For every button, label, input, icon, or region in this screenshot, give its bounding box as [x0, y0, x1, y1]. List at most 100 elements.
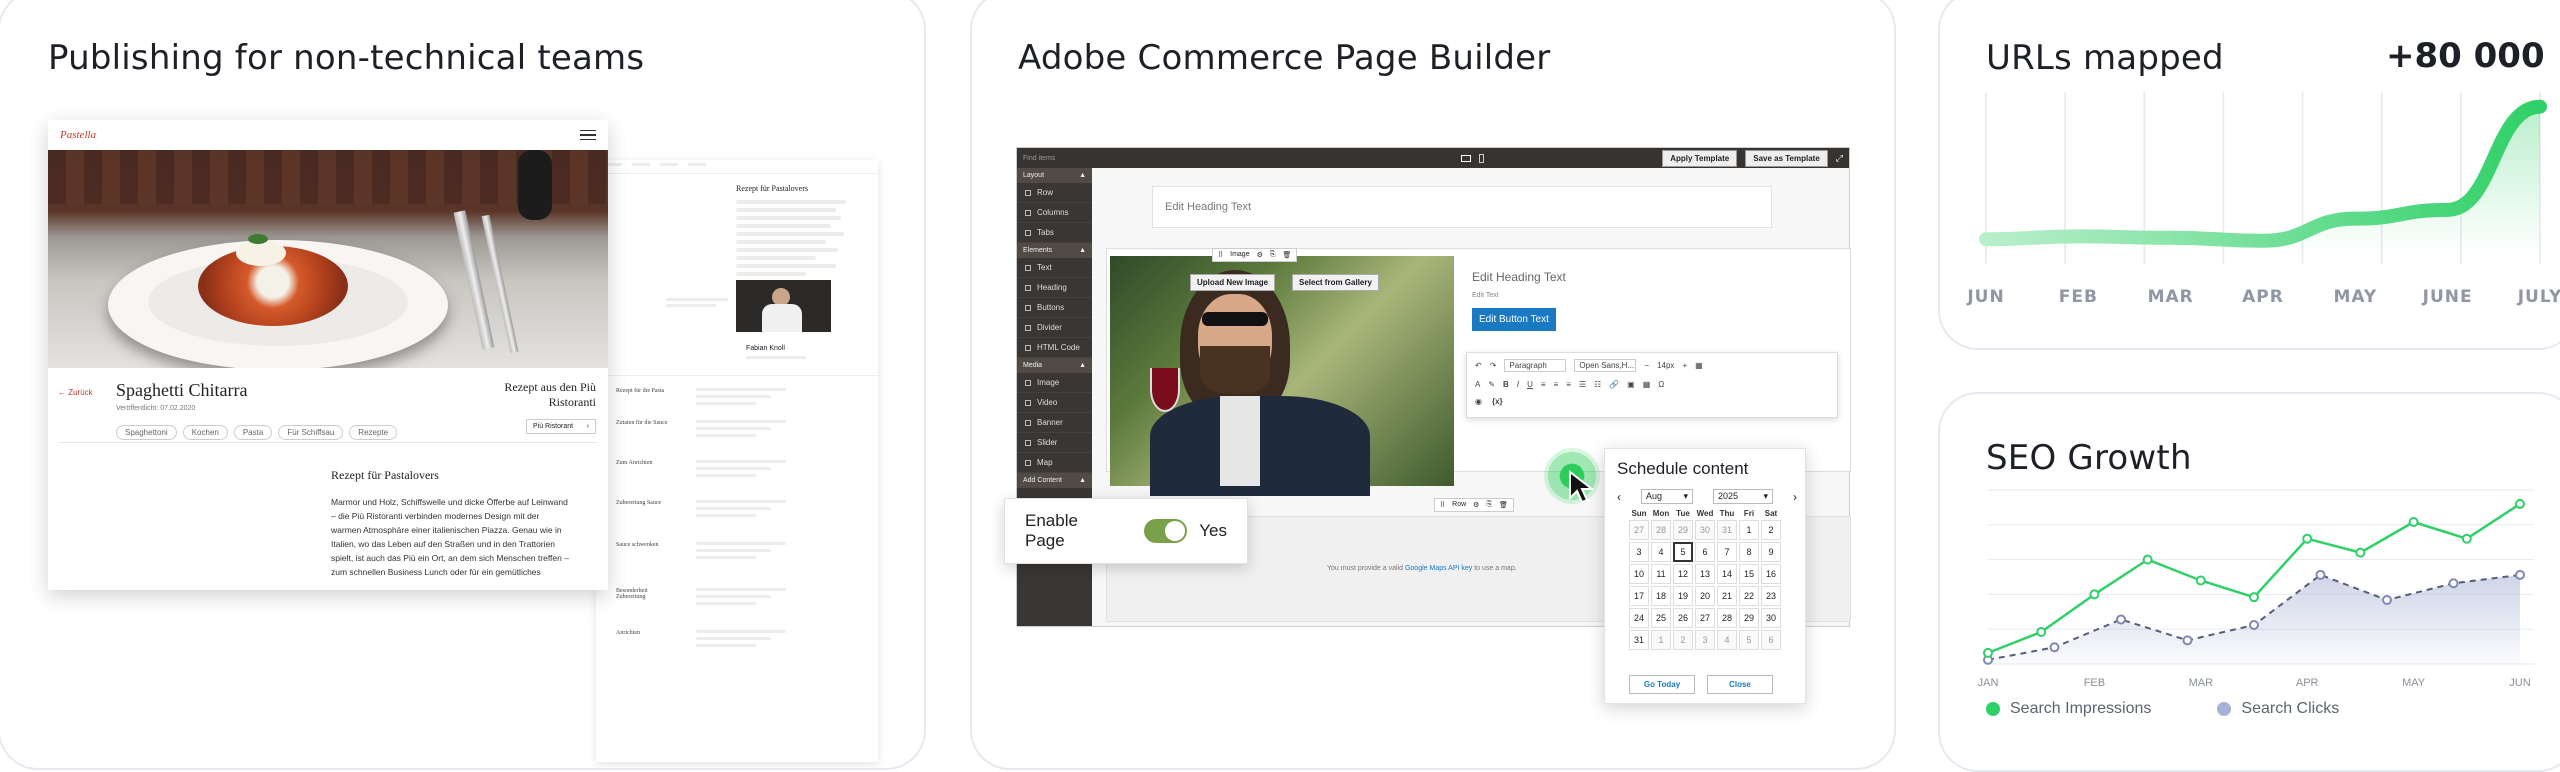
align-right-icon[interactable]: ≡	[1566, 380, 1571, 389]
sidebar-item[interactable]: Buttons	[1017, 298, 1092, 318]
calendar-day[interactable]: 11	[1651, 564, 1671, 584]
sidebar-item[interactable]: Heading	[1017, 278, 1092, 298]
upload-image-button[interactable]: Upload New Image	[1190, 274, 1276, 291]
underline-icon[interactable]: U	[1527, 380, 1533, 389]
table-icon[interactable]: ▦	[1695, 361, 1703, 370]
sidebar-item[interactable]: Text	[1017, 258, 1092, 278]
search-input[interactable]: Find items	[1023, 155, 1203, 162]
desktop-icon[interactable]	[1461, 154, 1472, 162]
calendar-day[interactable]: 9	[1761, 542, 1781, 562]
sidebar-item[interactable]: Banner	[1017, 413, 1092, 433]
sidebar-item[interactable]: Row	[1017, 183, 1092, 203]
menu-icon[interactable]	[580, 129, 596, 141]
calendar-day[interactable]: 20	[1695, 586, 1715, 606]
calendar-day[interactable]: 10	[1629, 564, 1649, 584]
heading-placeholder-2[interactable]: Edit Heading Text	[1472, 270, 1566, 284]
decrease-size-icon[interactable]: −	[1644, 361, 1649, 370]
calendar-day[interactable]: 6	[1761, 630, 1781, 650]
calendar-day[interactable]: 27	[1695, 608, 1715, 628]
calendar-day[interactable]: 3	[1629, 542, 1649, 562]
calendar-day[interactable]: 17	[1629, 586, 1649, 606]
next-month-icon[interactable]: ›	[1793, 490, 1797, 504]
bullet-list-icon[interactable]: ☰	[1579, 380, 1586, 389]
calendar-day[interactable]: 2	[1673, 630, 1693, 650]
calendar-day[interactable]: 28	[1717, 608, 1737, 628]
tag-pill[interactable]: Für Schiffsau	[278, 425, 344, 440]
text-color-icon[interactable]: A	[1475, 380, 1480, 389]
calendar-day[interactable]: 19	[1673, 586, 1693, 606]
calendar-day[interactable]: 12	[1673, 564, 1693, 584]
close-button[interactable]: Close	[1707, 675, 1773, 694]
sidebar-item[interactable]: Columns	[1017, 203, 1092, 223]
save-template-button[interactable]: Save as Template	[1745, 149, 1828, 167]
calendar-day[interactable]: 31	[1717, 520, 1737, 540]
calendar-day[interactable]: 25	[1651, 608, 1671, 628]
tag-pill[interactable]: Rezepte	[349, 425, 398, 440]
calendar-day[interactable]: 23	[1761, 586, 1781, 606]
calendar-day[interactable]: 8	[1739, 542, 1759, 562]
tag-pill[interactable]: Spaghettoni	[116, 425, 177, 440]
calendar-day[interactable]: 18	[1651, 586, 1671, 606]
sidebar-item[interactable]: HTML Code	[1017, 338, 1092, 358]
highlight-icon[interactable]: ✎	[1488, 380, 1495, 389]
calendar-day[interactable]: 24	[1629, 608, 1649, 628]
calendar-day[interactable]: 4	[1651, 542, 1671, 562]
calendar-day[interactable]: 29	[1739, 608, 1759, 628]
tag-pill[interactable]: Pasta	[233, 425, 273, 440]
prev-month-icon[interactable]: ‹	[1617, 490, 1621, 504]
link-icon[interactable]: 🔗	[1609, 380, 1619, 389]
italic-icon[interactable]: I	[1517, 380, 1519, 389]
tag-pill[interactable]: Kochen	[182, 425, 228, 440]
increase-size-icon[interactable]: +	[1682, 361, 1687, 370]
enable-page-toggle[interactable]	[1144, 519, 1188, 543]
apply-template-button[interactable]: Apply Template	[1662, 149, 1738, 167]
bold-icon[interactable]: B	[1503, 380, 1509, 389]
font-select[interactable]: Open Sans,H...	[1574, 359, 1637, 372]
image-toolbar[interactable]: ⠿ Image ⚙ ⎘ 🗑	[1212, 248, 1298, 262]
sidebar-item[interactable]: Divider	[1017, 318, 1092, 338]
calendar-day[interactable]: 28	[1651, 520, 1671, 540]
omega-icon[interactable]: Ω	[1658, 380, 1664, 389]
restaurant-select[interactable]: Più Ristorant ›	[526, 419, 596, 434]
calendar-day[interactable]: 15	[1739, 564, 1759, 584]
go-today-button[interactable]: Go Today	[1629, 675, 1695, 694]
select-gallery-button[interactable]: Select from Gallery	[1292, 274, 1379, 291]
calendar-day[interactable]: 29	[1673, 520, 1693, 540]
calendar-day[interactable]: 31	[1629, 630, 1649, 650]
text-placeholder[interactable]: Edit Text	[1472, 292, 1499, 299]
calendar-day[interactable]: 1	[1651, 630, 1671, 650]
image-icon[interactable]: ▣	[1627, 380, 1635, 389]
calendar-day[interactable]: 26	[1673, 608, 1693, 628]
month-select[interactable]: Aug ▾	[1641, 489, 1693, 504]
calendar-day[interactable]: 5	[1739, 630, 1759, 650]
sidebar-section[interactable]: Elements ▲	[1017, 243, 1092, 258]
variable-button[interactable]: {x}	[1492, 397, 1503, 406]
sidebar-section[interactable]: Layout ▲	[1017, 168, 1092, 183]
widget-icon[interactable]: ◉	[1475, 397, 1482, 406]
calendar-day[interactable]: 1	[1739, 520, 1759, 540]
year-select[interactable]: 2025 ▾	[1713, 489, 1773, 504]
redo-icon[interactable]: ↷	[1490, 361, 1497, 370]
calendar-day[interactable]: 27	[1629, 520, 1649, 540]
calendar-day[interactable]: 3	[1695, 630, 1715, 650]
heading-placeholder[interactable]: Edit Heading Text	[1165, 201, 1251, 213]
sidebar-item[interactable]: Video	[1017, 393, 1092, 413]
sidebar-item[interactable]: Map	[1017, 453, 1092, 473]
calendar-day[interactable]: 22	[1739, 586, 1759, 606]
numbered-list-icon[interactable]: ☷	[1594, 380, 1601, 389]
back-link[interactable]: ← Zurück	[58, 388, 93, 397]
sidebar-section[interactable]: Add Content ▲	[1017, 473, 1092, 488]
sidebar-item[interactable]: Tabs	[1017, 223, 1092, 243]
calendar-day[interactable]: 6	[1695, 542, 1715, 562]
calendar-day[interactable]: 30	[1695, 520, 1715, 540]
edit-button-text[interactable]: Edit Button Text	[1472, 308, 1556, 331]
undo-icon[interactable]: ↶	[1475, 361, 1482, 370]
calendar-day[interactable]: 13	[1695, 564, 1715, 584]
font-size-value[interactable]: 14px	[1657, 361, 1674, 370]
sidebar-section[interactable]: Media ▲	[1017, 358, 1092, 373]
calendar-day[interactable]: 4	[1717, 630, 1737, 650]
calendar-day[interactable]: 14	[1717, 564, 1737, 584]
calendar-day[interactable]: 21	[1717, 586, 1737, 606]
align-center-icon[interactable]: ≡	[1554, 380, 1559, 389]
calendar-day[interactable]: 2	[1761, 520, 1781, 540]
